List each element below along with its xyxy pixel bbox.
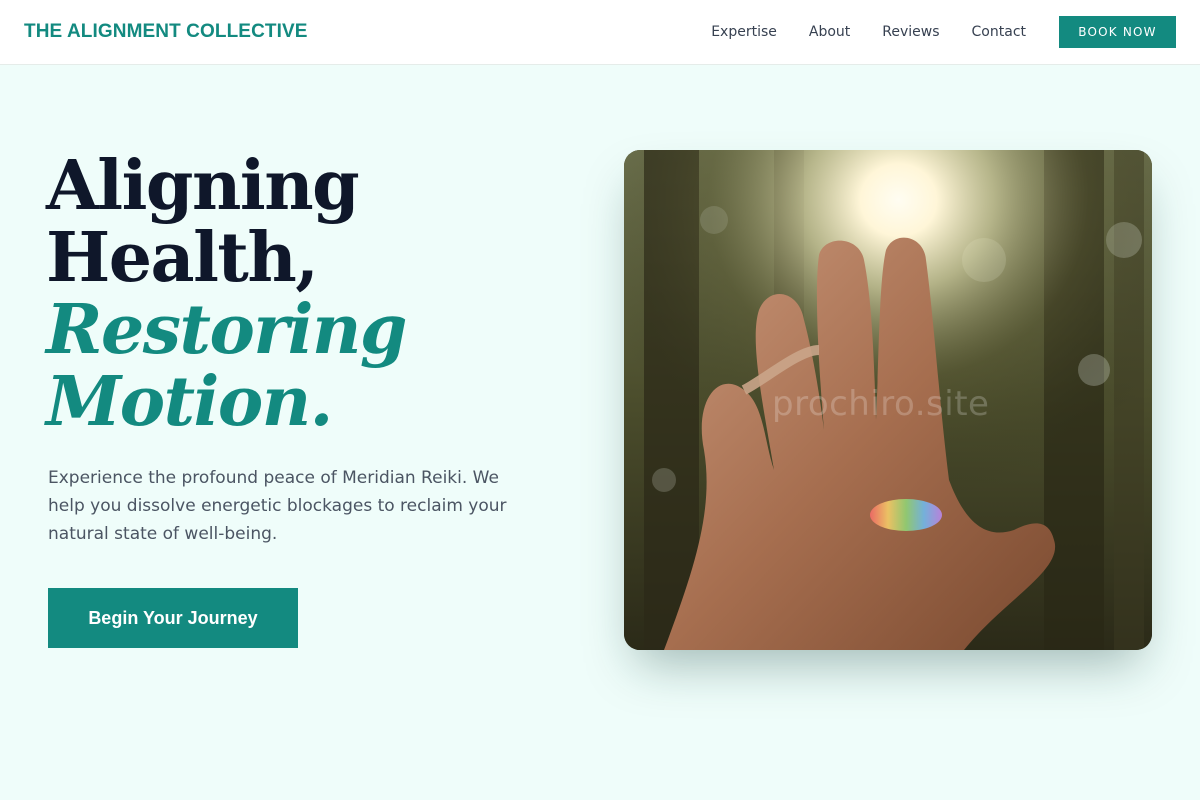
book-now-button[interactable]: BOOK NOW bbox=[1059, 16, 1176, 48]
hero-title-line-1: Aligning bbox=[46, 146, 360, 226]
hero-accent-line-2: Motion. bbox=[46, 362, 333, 442]
image-watermark: prochiro.site bbox=[772, 384, 990, 424]
hero-image: prochiro.site bbox=[624, 150, 1152, 650]
brand-logo[interactable]: THE ALIGNMENT COLLECTIVE bbox=[24, 21, 308, 43]
nav-link-reviews[interactable]: Reviews bbox=[882, 24, 939, 40]
hero-title-line-2: Health, bbox=[46, 218, 319, 298]
hero-title: Aligning Health, Restoring Motion. bbox=[46, 146, 407, 442]
main-nav: Expertise About Reviews Contact BOOK NOW bbox=[711, 16, 1176, 48]
hero-description: Experience the profound peace of Meridia… bbox=[48, 468, 507, 544]
top-navbar: THE ALIGNMENT COLLECTIVE Expertise About… bbox=[0, 0, 1200, 65]
nav-link-contact[interactable]: Contact bbox=[972, 24, 1026, 40]
nav-link-expertise[interactable]: Expertise bbox=[711, 24, 777, 40]
begin-journey-button[interactable]: Begin Your Journey bbox=[48, 588, 298, 648]
nav-link-about[interactable]: About bbox=[809, 24, 850, 40]
hero-accent-line-1: Restoring bbox=[46, 290, 407, 370]
